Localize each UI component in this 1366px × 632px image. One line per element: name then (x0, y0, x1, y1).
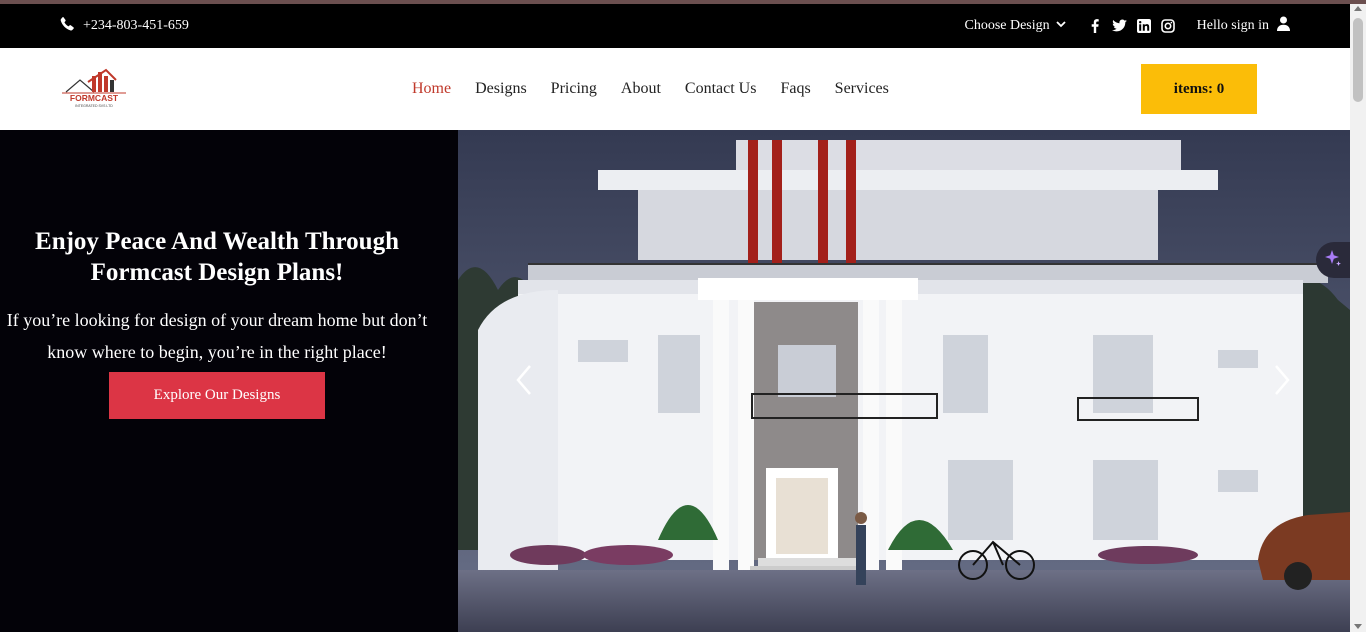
carousel-prev-button[interactable] (512, 362, 536, 398)
nav-contact-us[interactable]: Contact Us (685, 80, 757, 98)
nav-pricing[interactable]: Pricing (551, 80, 597, 98)
nav-services[interactable]: Services (835, 80, 889, 98)
phone-contact[interactable]: +234-803-451-659 (60, 4, 189, 48)
formcast-logo[interactable]: FORMCAST INTEGRATED SVS LTD (58, 66, 130, 110)
choose-design-label: Choose Design (964, 18, 1050, 33)
chevron-down-icon (1056, 18, 1066, 34)
scroll-up-arrow-icon[interactable] (1354, 6, 1362, 11)
hero-subtitle: If you’re looking for design of your dre… (6, 310, 428, 362)
explore-designs-button[interactable]: Explore Our Designs (109, 372, 325, 419)
sign-in-label: Hello sign in (1196, 18, 1269, 33)
hero-house-image (458, 130, 1350, 632)
nav-faqs[interactable]: Faqs (780, 80, 810, 98)
svg-text:FORMCAST: FORMCAST (70, 93, 119, 103)
hero-section: Enjoy Peace And Wealth Through Formcast … (0, 130, 1350, 632)
scrollbar-thumb[interactable] (1353, 18, 1363, 102)
svg-text:INTEGRATED SVS LTD: INTEGRATED SVS LTD (75, 104, 113, 108)
user-icon (1277, 16, 1290, 36)
facebook-icon[interactable] (1088, 19, 1102, 33)
twitter-icon[interactable] (1111, 19, 1127, 33)
top-bar: +234-803-451-659 Choose Design Hello sig… (0, 4, 1350, 48)
nav-designs[interactable]: Designs (475, 80, 527, 98)
scroll-down-arrow-icon[interactable] (1354, 624, 1362, 629)
sparkle-icon (1323, 248, 1343, 273)
linkedin-icon[interactable] (1136, 19, 1151, 33)
phone-icon (60, 16, 75, 36)
hero-text-panel: Enjoy Peace And Wealth Through Formcast … (0, 130, 458, 632)
nav-home[interactable]: Home (412, 80, 451, 98)
main-nav: Home Designs Pricing About Contact Us Fa… (412, 48, 889, 130)
main-header: FORMCAST INTEGRATED SVS LTD Home Designs… (0, 48, 1350, 130)
house-rendering (458, 130, 1350, 632)
sign-in-link[interactable]: Hello sign in (1197, 16, 1290, 36)
nav-about[interactable]: About (621, 80, 661, 98)
phone-number: +234-803-451-659 (83, 18, 189, 33)
ai-sparkle-button[interactable] (1316, 242, 1350, 278)
carousel-next-button[interactable] (1270, 362, 1294, 398)
hero-title: Enjoy Peace And Wealth Through Formcast … (35, 228, 399, 286)
instagram-icon[interactable] (1160, 19, 1175, 33)
choose-design-dropdown[interactable]: Choose Design (964, 18, 1066, 34)
cart-button[interactable]: items: 0 (1141, 64, 1257, 114)
social-links (1088, 19, 1175, 33)
page-scrollbar[interactable] (1350, 4, 1366, 632)
